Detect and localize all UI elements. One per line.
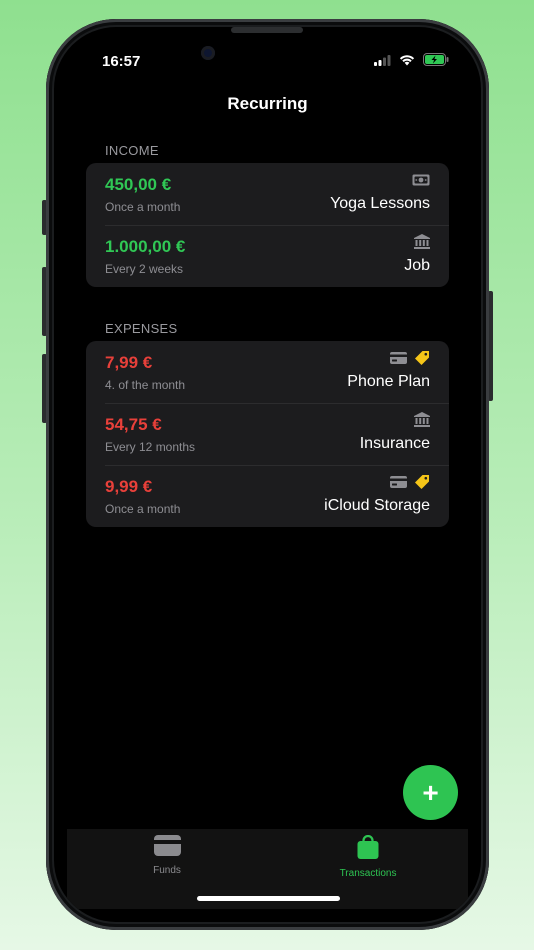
expense-row-phone-plan[interactable]: 7,99 € 4. of the month Phone Plan bbox=[86, 341, 449, 403]
tab-transactions[interactable]: Transactions bbox=[308, 834, 428, 879]
status-icons bbox=[374, 53, 450, 71]
transaction-icons bbox=[414, 412, 430, 432]
expenses-section-label: EXPENSES bbox=[105, 321, 178, 336]
transaction-frequency: Every 2 weeks bbox=[105, 262, 184, 276]
status-time: 16:57 bbox=[102, 53, 141, 70]
transaction-name: Yoga Lessons bbox=[330, 195, 430, 212]
transaction-frequency: Every 12 months bbox=[105, 440, 196, 454]
tag-icon bbox=[414, 474, 430, 495]
cellular-signal-icon bbox=[374, 53, 391, 71]
transaction-icons bbox=[412, 173, 430, 191]
transaction-frequency: 4. of the month bbox=[105, 378, 186, 392]
tab-funds[interactable]: Funds bbox=[107, 835, 227, 876]
income-row-job[interactable]: 1.000,00 € Every 2 weeks Job bbox=[86, 225, 449, 287]
transaction-amount: 9,99 € bbox=[105, 477, 153, 496]
transaction-name: Insurance bbox=[359, 435, 430, 452]
transaction-amount: 1.000,00 € bbox=[105, 237, 186, 256]
transaction-amount: 54,75 € bbox=[105, 415, 162, 434]
shopping-bag-icon bbox=[357, 834, 379, 864]
transaction-name: Phone Plan bbox=[347, 373, 430, 390]
expense-row-icloud-storage[interactable]: 9,99 € Once a month iCloud Storage bbox=[86, 465, 449, 527]
transaction-icons bbox=[390, 474, 430, 495]
transaction-name: iCloud Storage bbox=[324, 497, 430, 514]
income-section-label: INCOME bbox=[105, 143, 159, 158]
bank-icon bbox=[414, 412, 430, 432]
transaction-amount: 450,00 € bbox=[105, 175, 172, 194]
transaction-frequency: Once a month bbox=[105, 502, 181, 516]
income-row-yoga-lessons[interactable]: 450,00 € Once a month Yoga Lessons bbox=[86, 163, 449, 225]
add-transaction-button[interactable]: + bbox=[403, 765, 458, 820]
cash-icon bbox=[412, 173, 430, 191]
credit-card-icon bbox=[390, 351, 407, 369]
expenses-list: 7,99 € 4. of the month Phone Plan 54,75 … bbox=[86, 341, 449, 527]
page-title: Recurring bbox=[227, 94, 308, 113]
app-screen: 16:57 Recurring INCOME 450,00 € Once a m… bbox=[54, 27, 481, 922]
battery-icon bbox=[423, 53, 450, 71]
transaction-name: Job bbox=[404, 257, 430, 274]
income-list: 450,00 € Once a month Yoga Lessons 1.000… bbox=[86, 163, 449, 287]
transaction-frequency: Once a month bbox=[105, 200, 181, 214]
credit-card-icon bbox=[390, 475, 407, 493]
transaction-icons bbox=[414, 234, 430, 254]
tag-icon bbox=[414, 350, 430, 371]
tab-label: Transactions bbox=[339, 868, 397, 879]
wallet-icon bbox=[153, 835, 181, 861]
earpiece-speaker bbox=[231, 27, 303, 33]
expense-row-insurance[interactable]: 54,75 € Every 12 months Insurance bbox=[86, 403, 449, 465]
bank-icon bbox=[414, 234, 430, 254]
tab-label: Funds bbox=[153, 865, 181, 876]
front-camera bbox=[201, 46, 215, 60]
wifi-icon bbox=[399, 53, 415, 71]
transaction-amount: 7,99 € bbox=[105, 353, 153, 372]
home-indicator[interactable] bbox=[197, 896, 340, 901]
transaction-icons bbox=[390, 350, 430, 371]
